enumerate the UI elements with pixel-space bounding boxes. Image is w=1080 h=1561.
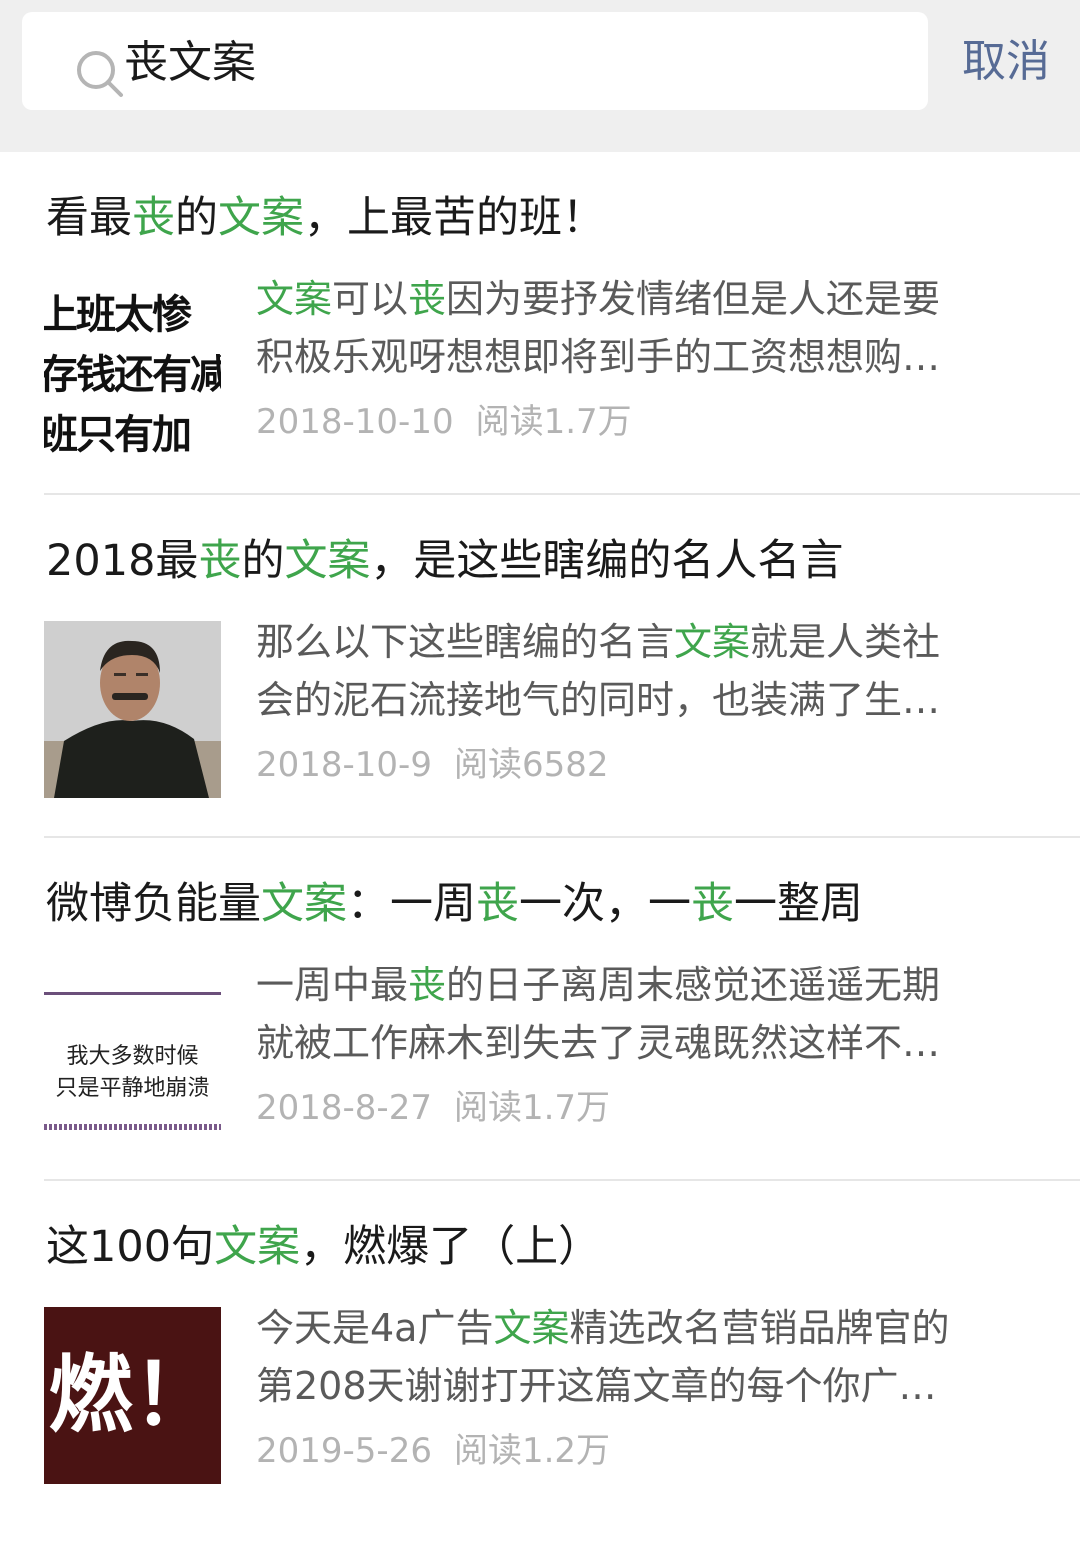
result-meta: 2018-10-9 阅读6582 [256, 743, 609, 787]
search-header: 丧文案 取消 [0, 0, 1080, 152]
result-date: 2018-8-27 [256, 1088, 432, 1128]
cancel-button[interactable]: 取消 [962, 36, 1050, 88]
result-summary: 那么以下这些瞎编的名言文案就是人类社 会的泥石流接地气的同时，也装满了生… [256, 620, 941, 722]
result-item[interactable]: 看最丧的文案，上最苦的班！ 上班太惨 存钱还有减 班只有加 文案可以丧因为要抒发… [0, 152, 1080, 495]
results-list: 看最丧的文案，上最苦的班！ 上班太惨 存钱还有减 班只有加 文案可以丧因为要抒发… [0, 152, 1080, 1561]
result-date: 2019-5-26 [256, 1431, 432, 1471]
result-thumbnail: 我大多数时候 只是平静地崩溃 [44, 964, 221, 1141]
result-date: 2018-10-9 [256, 745, 432, 785]
result-reads: 阅读1.2万 [453, 1431, 611, 1471]
result-summary: 今天是4a广告文案精选改名营销品牌官的 第208天谢谢打开这篇文章的每个你广… [256, 1306, 950, 1408]
result-title[interactable]: 这100句文案，燃爆了（上） [46, 1219, 601, 1275]
result-reads: 阅读6582 [453, 745, 609, 785]
result-item[interactable]: 这100句文案，燃爆了（上） 燃！ 今天是4a广告文案精选改名营销品牌官的 第2… [0, 1181, 1080, 1561]
result-title[interactable]: 看最丧的文案，上最苦的班！ [46, 190, 605, 246]
result-title[interactable]: 微博负能量文案：一周丧一次，一丧一整周 [46, 876, 863, 932]
result-summary: 一周中最丧的日子离周末感觉还遥遥无期 就被工作麻木到失去了灵魂既然这样不… [256, 963, 941, 1065]
result-meta: 2018-10-10 阅读1.7万 [256, 400, 632, 444]
result-item[interactable]: 2018最丧的文案，是这些瞎编的名人名言 那么以下这些瞎编的名言文案就是人类社 … [0, 495, 1080, 838]
result-thumbnail: 燃！ [44, 1307, 221, 1484]
search-icon [77, 51, 123, 97]
result-date: 2018-10-10 [256, 402, 454, 442]
result-summary: 文案可以丧因为要抒发情绪但是人还是要 积极乐观呀想想即将到手的工资想想购… [256, 277, 941, 379]
search-query[interactable]: 丧文案 [124, 37, 256, 89]
result-meta: 2019-5-26 阅读1.2万 [256, 1429, 610, 1473]
result-thumbnail [44, 621, 221, 798]
result-thumbnail: 上班太惨 存钱还有减 班只有加 [44, 278, 221, 455]
result-reads: 阅读1.7万 [475, 402, 632, 442]
result-meta: 2018-8-27 阅读1.7万 [256, 1086, 610, 1130]
result-reads: 阅读1.7万 [453, 1088, 611, 1128]
result-title[interactable]: 2018最丧的文案，是这些瞎编的名人名言 [46, 533, 843, 589]
portrait-image [44, 621, 221, 798]
result-item[interactable]: 微博负能量文案：一周丧一次，一丧一整周 我大多数时候 只是平静地崩溃 一周中最丧… [0, 838, 1080, 1181]
